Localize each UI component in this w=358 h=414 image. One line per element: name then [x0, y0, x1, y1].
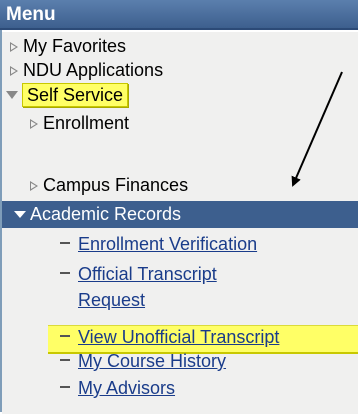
- annotation-arrows: [291, 71, 343, 187]
- arrow-icon: [291, 71, 343, 187]
